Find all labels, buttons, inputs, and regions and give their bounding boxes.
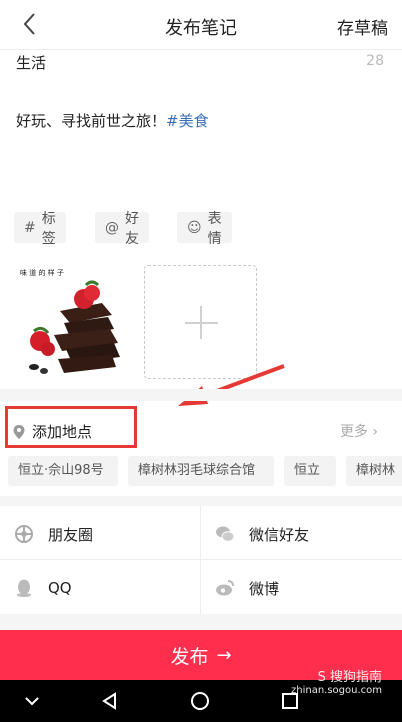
share-qq-label: QQ bbox=[48, 579, 72, 597]
friend-chip-label: 好友 bbox=[125, 210, 139, 247]
weibo-icon bbox=[216, 580, 234, 596]
add-location-label: 添加地点 bbox=[32, 423, 93, 441]
qq-icon bbox=[17, 579, 31, 597]
share-weibo-label: 微博 bbox=[249, 579, 280, 598]
emoji-chip-label: 表情 bbox=[207, 210, 222, 247]
arrow-right-icon: → bbox=[216, 644, 232, 666]
share-wechat-label: 微信好友 bbox=[249, 525, 310, 544]
watermark-brand: S 搜狗指南 bbox=[317, 670, 382, 685]
location-chip[interactable]: 恒立 bbox=[284, 456, 336, 486]
sogou-watermark: S 搜狗指南 zhinan.sogou.com bbox=[291, 666, 382, 696]
location-chip[interactable]: 恒立·佘山98号 bbox=[8, 456, 118, 486]
note-title-field[interactable]: 生活 28 bbox=[0, 50, 402, 76]
note-body-field[interactable]: 好玩、寻找前世之旅！#美食 bbox=[16, 110, 209, 131]
tag-chip-label: 标签 bbox=[41, 210, 56, 247]
smile-icon: ☺ bbox=[187, 219, 202, 236]
watermark-url: zhinan.sogou.com bbox=[290, 685, 382, 696]
location-suggestions: 恒立·佘山98号 樟树林羽毛球综合馆 恒立 樟树林 bbox=[0, 456, 402, 488]
share-options: 朋友圈 微信好友 QQ 微博 bbox=[0, 506, 402, 614]
body-hashtag[interactable]: #美食 bbox=[166, 112, 209, 130]
share-weibo-option[interactable]: 微博 bbox=[201, 562, 401, 614]
hash-icon: # bbox=[24, 219, 36, 236]
emoji-chip[interactable]: ☺ 表情 bbox=[177, 211, 232, 247]
at-icon: @ bbox=[105, 219, 119, 236]
location-chip[interactable]: 樟树林 bbox=[346, 456, 402, 486]
more-locations-link[interactable]: 更多 › bbox=[340, 421, 378, 441]
chocolate-photo: 味 道 的 样 子 bbox=[14, 263, 128, 379]
share-moments-option[interactable]: 朋友圈 bbox=[0, 508, 200, 560]
moments-icon bbox=[15, 525, 33, 543]
share-wechat-option[interactable]: 微信好友 bbox=[201, 508, 401, 560]
friend-chip[interactable]: @ 好友 bbox=[95, 211, 149, 247]
add-photo-button[interactable] bbox=[144, 265, 257, 379]
tag-chip[interactable]: # 标签 bbox=[14, 211, 66, 247]
photo-caption: 味 道 的 样 子 bbox=[20, 268, 64, 277]
note-body-text: 好玩、寻找前世之旅！ bbox=[16, 112, 167, 130]
home-circle-icon[interactable] bbox=[190, 691, 210, 711]
share-moments-label: 朋友圈 bbox=[48, 525, 94, 544]
note-title-text: 生活 bbox=[16, 54, 47, 72]
back-triangle-icon[interactable] bbox=[100, 691, 120, 711]
section-divider bbox=[0, 496, 402, 506]
location-chip[interactable]: 樟树林羽毛球综合馆 bbox=[128, 456, 274, 486]
share-qq-option[interactable]: QQ bbox=[0, 562, 200, 614]
wechat-icon bbox=[216, 526, 235, 542]
location-pin-icon bbox=[13, 424, 25, 439]
save-draft-button[interactable]: 存草稿 bbox=[337, 14, 388, 39]
section-divider bbox=[0, 614, 402, 630]
chevron-down-icon[interactable] bbox=[22, 691, 42, 711]
location-row[interactable]: 添加地点 更多 › bbox=[0, 401, 402, 451]
add-location-button[interactable]: 添加地点 bbox=[12, 421, 92, 442]
photo-thumbnail[interactable]: 味 道 的 样 子 bbox=[14, 263, 128, 379]
section-divider bbox=[0, 389, 402, 401]
top-bar: 发布笔记 存草稿 bbox=[0, 0, 402, 50]
publish-label: 发布 bbox=[170, 645, 209, 668]
title-char-counter: 28 bbox=[366, 53, 384, 69]
